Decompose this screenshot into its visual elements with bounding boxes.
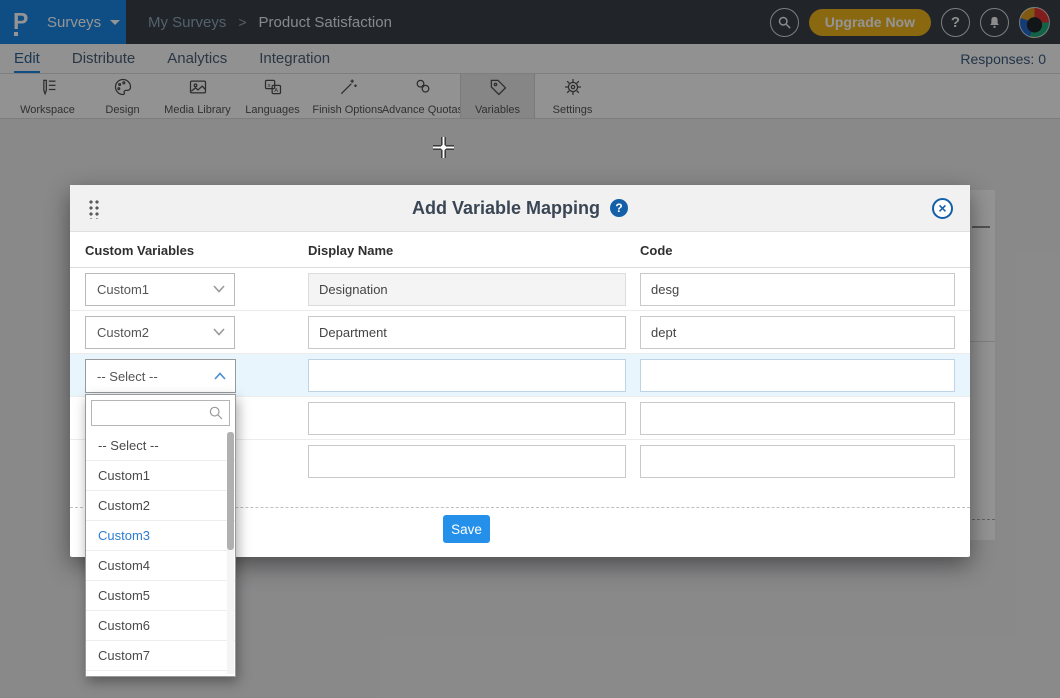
dropdown-scrollbar[interactable] xyxy=(227,432,234,674)
dropdown-option-custom4[interactable]: Custom4 xyxy=(86,551,235,581)
code-input-2[interactable] xyxy=(640,316,955,349)
display-name-input-1[interactable] xyxy=(308,273,626,306)
scrollbar-thumb[interactable] xyxy=(227,432,234,550)
mapping-table-header: Custom Variables Display Name Code xyxy=(70,232,970,268)
chevron-down-icon xyxy=(213,285,225,293)
mapping-row-1: Custom1 xyxy=(70,268,970,311)
variable-select-3[interactable]: -- Select -- xyxy=(85,359,236,393)
close-icon[interactable]: × xyxy=(932,198,953,219)
variable-select-3-open: -- Select -- -- Select -- Custom1 Custom… xyxy=(85,359,236,677)
modal-help-icon[interactable]: ? xyxy=(610,199,628,217)
code-input-1[interactable] xyxy=(640,273,955,306)
chevron-down-icon xyxy=(213,328,225,336)
save-button[interactable]: Save xyxy=(443,515,490,543)
display-name-input-5[interactable] xyxy=(308,445,626,478)
modal-header: Add Variable Mapping ? × xyxy=(70,185,970,232)
dropdown-option-select[interactable]: -- Select -- xyxy=(86,431,235,461)
dropdown-panel: -- Select -- Custom1 Custom2 Custom3 Cus… xyxy=(85,394,236,677)
code-input-3[interactable] xyxy=(640,359,955,392)
drag-handle-icon[interactable] xyxy=(88,199,100,219)
mapping-row-2: Custom2 xyxy=(70,311,970,354)
code-input-5[interactable] xyxy=(640,445,955,478)
column-display-name: Display Name xyxy=(308,243,393,258)
chevron-up-icon xyxy=(214,372,226,380)
dropdown-option-custom7[interactable]: Custom7 xyxy=(86,641,235,671)
code-input-4[interactable] xyxy=(640,402,955,435)
variable-select-1[interactable]: Custom1 xyxy=(85,273,235,306)
variable-select-2[interactable]: Custom2 xyxy=(85,316,235,349)
dropdown-options-list: -- Select -- Custom1 Custom2 Custom3 Cus… xyxy=(86,431,235,671)
dropdown-option-custom3[interactable]: Custom3 xyxy=(86,521,235,551)
dropdown-option-custom6[interactable]: Custom6 xyxy=(86,611,235,641)
modal-title: Add Variable Mapping ? xyxy=(412,198,628,219)
column-custom-variables: Custom Variables xyxy=(85,243,194,258)
dropdown-option-custom1[interactable]: Custom1 xyxy=(86,461,235,491)
display-name-input-3[interactable] xyxy=(308,359,626,392)
dropdown-option-custom2[interactable]: Custom2 xyxy=(86,491,235,521)
app-screen: P Surveys My Surveys > Product Satisfact… xyxy=(0,0,1060,698)
display-name-input-4[interactable] xyxy=(308,402,626,435)
dropdown-option-custom5[interactable]: Custom5 xyxy=(86,581,235,611)
display-name-input-2[interactable] xyxy=(308,316,626,349)
column-code: Code xyxy=(640,243,673,258)
